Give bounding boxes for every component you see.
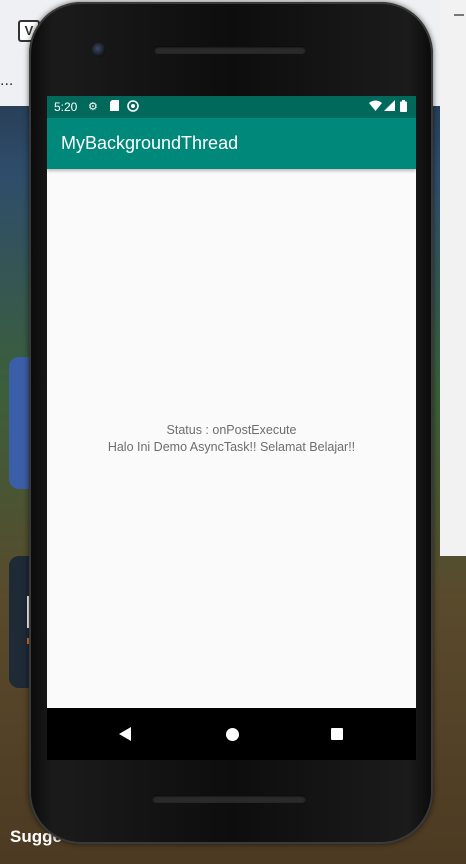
settings-icon: ⚙ bbox=[88, 101, 98, 113]
navigation-bar bbox=[47, 708, 416, 760]
status-bar: 5:20 ⚙ bbox=[47, 96, 416, 118]
battery-icon bbox=[400, 100, 407, 116]
signal-icon bbox=[384, 100, 395, 115]
home-icon[interactable] bbox=[226, 728, 239, 741]
recents-icon[interactable] bbox=[331, 728, 343, 740]
message-text: Halo Ini Demo AsyncTask!! Selamat Belaja… bbox=[107, 440, 356, 454]
desktop-ellipsis-text: ... bbox=[0, 72, 14, 89]
minimize-icon[interactable] bbox=[454, 14, 464, 16]
phone-screen: 5:20 ⚙ MyBackgroundThread Status : onPos… bbox=[47, 96, 416, 760]
phone-frame: 5:20 ⚙ MyBackgroundThread Status : onPos… bbox=[29, 2, 433, 844]
app-title: MyBackgroundThread bbox=[61, 133, 239, 153]
status-text: Status : onPostExecute bbox=[166, 423, 297, 437]
camera-icon bbox=[92, 43, 106, 57]
desktop-side-panel bbox=[440, 0, 466, 556]
status-time: 5:20 bbox=[54, 100, 78, 114]
speaker-grille-top bbox=[154, 46, 306, 54]
sd-card-icon bbox=[110, 100, 119, 115]
sync-icon bbox=[127, 100, 139, 116]
speaker-grille-bottom bbox=[152, 795, 306, 803]
app-toolbar: MyBackgroundThread bbox=[47, 118, 416, 169]
back-icon[interactable] bbox=[119, 727, 131, 741]
wifi-icon bbox=[369, 100, 382, 115]
